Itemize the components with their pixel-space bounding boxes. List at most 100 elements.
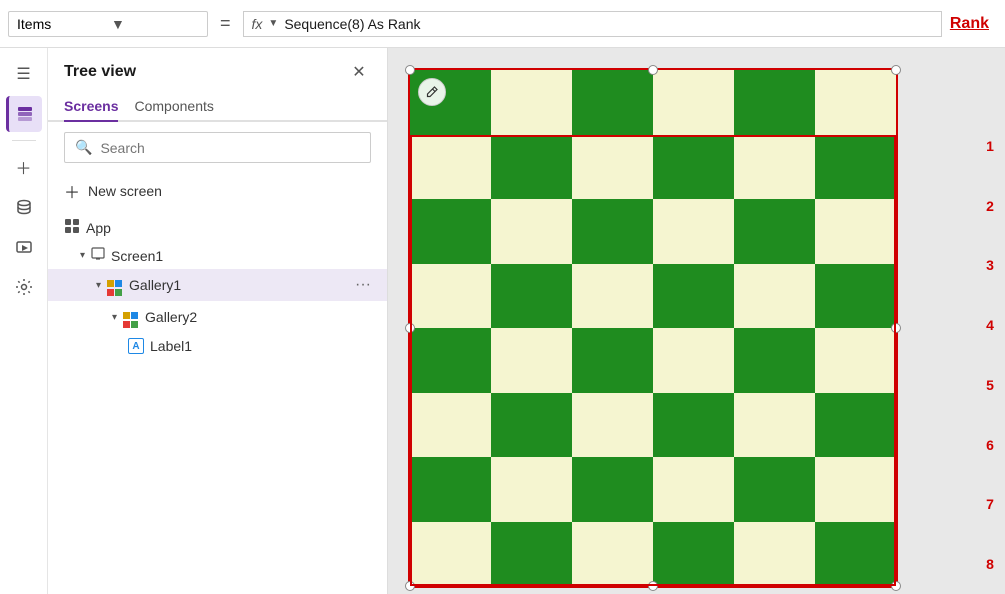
tab-screens[interactable]: Screens bbox=[64, 92, 118, 122]
checkerboard-cell bbox=[410, 522, 491, 587]
row-num-3: 3 bbox=[975, 236, 1005, 296]
add-icon-button[interactable]: ＋ bbox=[6, 149, 42, 185]
checkerboard-cell bbox=[491, 393, 572, 458]
checkerboard-cell bbox=[653, 522, 734, 587]
handle-bottom-center[interactable] bbox=[648, 581, 658, 591]
tree-tabs: Screens Components bbox=[48, 92, 387, 122]
checkerboard-cell bbox=[653, 135, 734, 200]
checkerboard-cell bbox=[653, 199, 734, 264]
tree-panel: Tree view ✕ Screens Components 🔍 ＋ New s… bbox=[48, 48, 388, 594]
checkerboard-cell bbox=[491, 264, 572, 329]
gallery1-chevron-icon: ▾ bbox=[96, 280, 101, 291]
checkerboard-cell bbox=[572, 135, 653, 200]
checkerboard-cell bbox=[653, 328, 734, 393]
layers-icon-button[interactable] bbox=[6, 96, 42, 132]
checkerboard-cell bbox=[572, 264, 653, 329]
tree-item-screen1[interactable]: ▾ Screen1 bbox=[48, 242, 387, 269]
checkerboard-cell bbox=[572, 328, 653, 393]
formula-text: Sequence(8) As Rank bbox=[284, 16, 420, 32]
new-screen-button[interactable]: ＋ New screen bbox=[48, 173, 387, 209]
checkerboard-cell bbox=[734, 264, 815, 329]
fx-icon: fx bbox=[252, 16, 263, 32]
checkerboard-cell bbox=[572, 393, 653, 458]
icon-bar: ☰ ＋ bbox=[0, 48, 48, 594]
screen1-chevron-icon: ▾ bbox=[80, 250, 85, 261]
row-num-1: 1 bbox=[975, 116, 1005, 176]
formula-chevron-icon: ▼ bbox=[268, 18, 278, 29]
row-num-8: 8 bbox=[975, 534, 1005, 594]
app-icon bbox=[64, 218, 80, 237]
gallery1-icon bbox=[107, 274, 123, 296]
formula-bar[interactable]: fx ▼ Sequence(8) As Rank bbox=[243, 11, 942, 37]
gallery2-icon bbox=[123, 306, 139, 328]
app-label: App bbox=[86, 220, 371, 236]
checkerboard-cell bbox=[734, 199, 815, 264]
checkerboard-cell bbox=[491, 199, 572, 264]
handle-top-center[interactable] bbox=[648, 65, 658, 75]
checkerboard-cell bbox=[653, 393, 734, 458]
checkerboard-cell bbox=[734, 522, 815, 587]
tree-item-label1[interactable]: A Label1 bbox=[48, 333, 387, 359]
equals-sign: = bbox=[216, 13, 235, 34]
checkerboard-cell bbox=[410, 264, 491, 329]
checkerboard-cell bbox=[653, 70, 734, 135]
checkerboard-cell bbox=[734, 70, 815, 135]
tree-view-title: Tree view bbox=[64, 63, 136, 81]
checkerboard-cell bbox=[815, 135, 896, 200]
checkerboard-cell bbox=[410, 393, 491, 458]
checkerboard-cell bbox=[491, 522, 572, 587]
checkerboard-grid bbox=[410, 70, 896, 586]
dropdown-chevron-icon: ▼ bbox=[111, 16, 199, 32]
tab-components[interactable]: Components bbox=[134, 92, 213, 122]
canvas-area[interactable]: 1 2 3 4 5 6 7 8 bbox=[388, 48, 1005, 594]
label1-label: Label1 bbox=[150, 338, 371, 354]
checkerboard-cell bbox=[734, 135, 815, 200]
edit-icon-overlay[interactable] bbox=[418, 78, 446, 106]
media-icon-button[interactable] bbox=[6, 229, 42, 265]
menu-icon-button[interactable]: ☰ bbox=[6, 56, 42, 92]
settings-icon-button[interactable] bbox=[6, 269, 42, 305]
plus-icon: ＋ bbox=[64, 179, 80, 203]
tree-header: Tree view ✕ bbox=[48, 48, 387, 92]
checkerboard-cell bbox=[815, 457, 896, 522]
handle-bottom-right[interactable] bbox=[891, 581, 901, 591]
row-num-5: 5 bbox=[975, 355, 1005, 415]
checkerboard-cell bbox=[491, 70, 572, 135]
checkerboard-cell bbox=[572, 199, 653, 264]
tree-item-app[interactable]: App bbox=[48, 213, 387, 242]
checkerboard-cell bbox=[410, 328, 491, 393]
search-input[interactable] bbox=[100, 140, 360, 156]
screen1-label: Screen1 bbox=[111, 248, 371, 264]
tree-item-gallery1[interactable]: ▾ Gallery1 ··· bbox=[48, 269, 387, 301]
checkerboard-cell bbox=[653, 264, 734, 329]
checkerboard-cell bbox=[734, 457, 815, 522]
search-box: 🔍 bbox=[64, 132, 371, 163]
checkerboard-cell bbox=[815, 264, 896, 329]
database-icon-button[interactable] bbox=[6, 189, 42, 225]
handle-bottom-left[interactable] bbox=[405, 581, 415, 591]
row-num-4: 4 bbox=[975, 295, 1005, 355]
close-button[interactable]: ✕ bbox=[347, 60, 371, 84]
main-content: ☰ ＋ Tree view ✕ Screens Components bbox=[0, 48, 1005, 594]
handle-top-right[interactable] bbox=[891, 65, 901, 75]
items-dropdown[interactable]: Items ▼ bbox=[8, 11, 208, 37]
top-bar: Items ▼ = fx ▼ Sequence(8) As Rank Rank bbox=[0, 0, 1005, 48]
gallery1-more-button[interactable]: ··· bbox=[355, 276, 371, 294]
row-num-7: 7 bbox=[975, 475, 1005, 535]
checkerboard-cell bbox=[815, 328, 896, 393]
checkerboard-container[interactable] bbox=[408, 68, 898, 588]
row-num-2: 2 bbox=[975, 176, 1005, 236]
checkerboard-cell bbox=[491, 135, 572, 200]
tree-item-gallery2[interactable]: ▾ Gallery2 bbox=[48, 301, 387, 333]
checkerboard-cell bbox=[572, 457, 653, 522]
gallery1-label: Gallery1 bbox=[129, 277, 349, 293]
handle-middle-left[interactable] bbox=[405, 323, 415, 333]
rank-label: Rank bbox=[950, 15, 997, 33]
handle-middle-right[interactable] bbox=[891, 323, 901, 333]
gallery2-label: Gallery2 bbox=[145, 309, 371, 325]
checkerboard-cell bbox=[815, 522, 896, 587]
row-numbers: 1 2 3 4 5 6 7 8 bbox=[975, 48, 1005, 594]
handle-top-left[interactable] bbox=[405, 65, 415, 75]
checkerboard-cell bbox=[410, 135, 491, 200]
checkerboard-cell bbox=[572, 522, 653, 587]
